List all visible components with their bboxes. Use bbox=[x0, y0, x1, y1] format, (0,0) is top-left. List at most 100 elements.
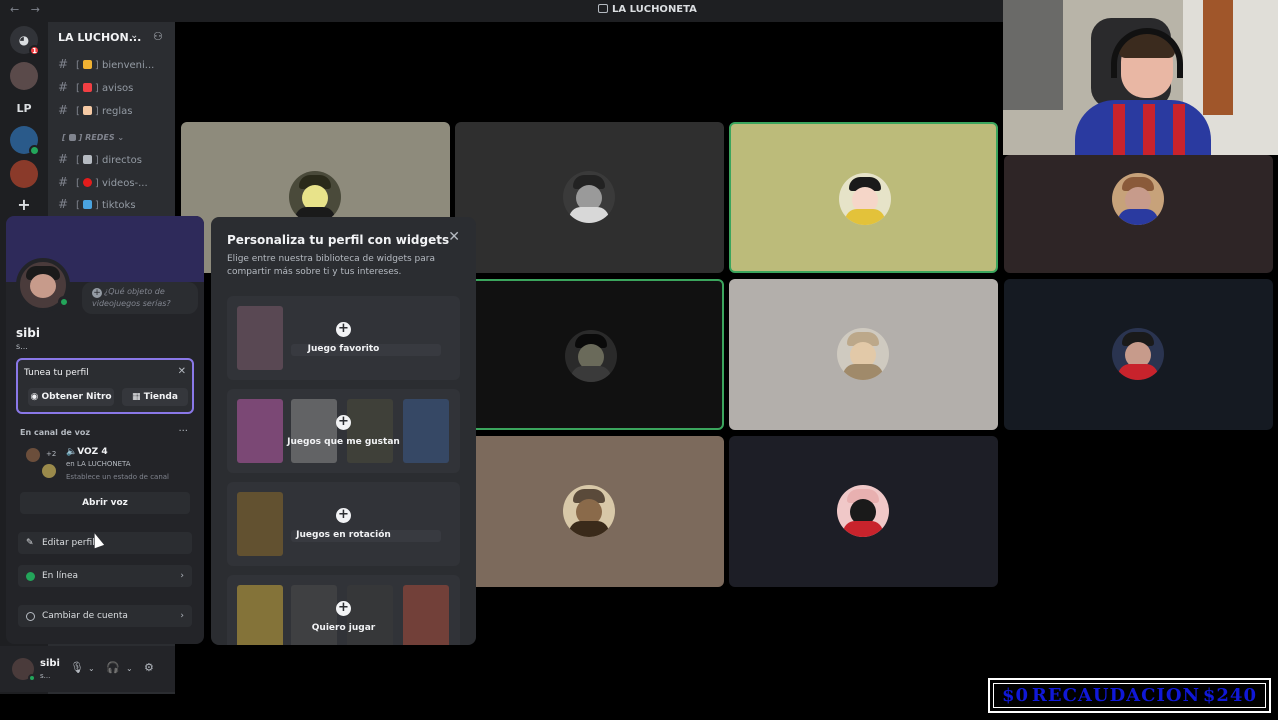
nitro-icon: ◉ bbox=[30, 392, 42, 402]
widget-card-want-to-play[interactable]: + Quiero jugar bbox=[227, 575, 460, 645]
channel-item[interactable]: #[] videos-... bbox=[58, 175, 148, 189]
custom-status-input[interactable]: + ¿Qué objeto de videojuegos serías? bbox=[82, 282, 198, 314]
add-icon[interactable]: + bbox=[336, 508, 351, 523]
chevron-down-icon[interactable]: ⌄ bbox=[126, 664, 133, 673]
headphones-icon[interactable]: 🎧 bbox=[106, 661, 120, 674]
hash-icon: # bbox=[58, 197, 69, 211]
add-icon[interactable]: + bbox=[336, 322, 351, 337]
channel-item[interactable]: #[] tiktoks bbox=[58, 197, 136, 211]
game-cover bbox=[403, 585, 449, 645]
hash-icon: # bbox=[58, 103, 69, 117]
voice-section-label: En canal de voz bbox=[20, 428, 91, 437]
voice-member-avatar bbox=[26, 448, 40, 462]
window-title: LA LUCHONETA bbox=[598, 4, 697, 15]
add-icon[interactable]: + bbox=[336, 601, 351, 616]
shirt-stripe bbox=[1143, 104, 1155, 155]
server-icon bbox=[598, 4, 608, 13]
participant-avatar bbox=[565, 330, 617, 382]
nav-arrows[interactable]: ← → bbox=[10, 3, 44, 16]
participant-avatar bbox=[289, 171, 341, 223]
get-nitro-button[interactable]: ◉ Obtener Nitro bbox=[28, 388, 114, 406]
server-name[interactable]: LA LUCHON... bbox=[58, 31, 141, 44]
chevron-down-icon[interactable]: ⌄ bbox=[88, 664, 95, 673]
widget-card-favorite-game[interactable]: + Juego favorito bbox=[227, 296, 460, 380]
channel-item[interactable]: #[] bienveni... bbox=[58, 57, 154, 71]
online-status-icon bbox=[26, 572, 35, 581]
video-tile[interactable] bbox=[455, 122, 724, 273]
shirt-stripe bbox=[1113, 104, 1125, 155]
pencil-icon: ✎ bbox=[26, 538, 34, 548]
voice-channel-name[interactable]: 🔈VOZ 4 bbox=[66, 447, 108, 457]
game-cover bbox=[237, 585, 283, 645]
shop-button[interactable]: ▦ Tienda bbox=[122, 388, 188, 406]
server-icon-3[interactable] bbox=[10, 126, 40, 156]
video-tile[interactable] bbox=[729, 279, 998, 430]
hash-icon: # bbox=[58, 152, 69, 166]
widget-label: Juegos en rotación bbox=[296, 530, 391, 540]
hash-icon: # bbox=[58, 175, 69, 189]
game-cover bbox=[237, 306, 283, 370]
user-name[interactable]: sibi bbox=[40, 658, 60, 669]
game-cover bbox=[347, 399, 393, 463]
video-tile[interactable] bbox=[455, 436, 724, 587]
profile-popout: + ¿Qué objeto de videojuegos serías? sibi… bbox=[6, 216, 204, 644]
video-tile[interactable] bbox=[729, 436, 998, 587]
modal-title: Personaliza tu perfil con widgets bbox=[227, 233, 450, 247]
profile-username: sibi bbox=[16, 326, 40, 340]
widget-card-rotation-games[interactable]: + Juegos en rotación bbox=[227, 482, 460, 566]
discord-home-button[interactable]: ◕ 1 bbox=[10, 26, 40, 56]
participant-avatar bbox=[563, 171, 615, 223]
widget-card-liked-games[interactable]: + Juegos que me gustan bbox=[227, 389, 460, 473]
channel-item[interactable]: #[] avisos bbox=[58, 80, 133, 94]
close-icon[interactable]: ✕ bbox=[448, 229, 460, 245]
more-options-icon[interactable]: ··· bbox=[178, 426, 188, 437]
server-icon-4[interactable] bbox=[10, 160, 38, 188]
chevron-down-icon[interactable]: ⌄ bbox=[130, 30, 138, 41]
title-bar: ← → LA LUCHONETA bbox=[0, 0, 1003, 22]
voice-member-avatar bbox=[42, 464, 56, 478]
hash-icon: # bbox=[58, 57, 69, 71]
channel-item[interactable]: #[] reglas bbox=[58, 103, 133, 117]
participant-avatar bbox=[1112, 173, 1164, 225]
participant-avatar bbox=[837, 485, 889, 537]
channel-emoji bbox=[82, 83, 92, 92]
participant-avatar bbox=[839, 173, 891, 225]
game-cover bbox=[237, 399, 283, 463]
game-cover bbox=[291, 585, 337, 645]
switch-account-button[interactable]: Cambiar de cuenta › bbox=[18, 605, 192, 627]
webcam-overlay bbox=[1003, 0, 1278, 155]
server-icon-lp[interactable]: LP bbox=[10, 94, 38, 122]
edit-profile-button[interactable]: ✎ Editar perfil bbox=[18, 532, 192, 554]
channel-emoji bbox=[82, 178, 92, 187]
server-icon-1[interactable] bbox=[10, 62, 38, 90]
channel-item[interactable]: #[] directos bbox=[58, 152, 142, 166]
video-tile[interactable] bbox=[1004, 279, 1273, 430]
add-icon[interactable]: + bbox=[336, 415, 351, 430]
participant-avatar bbox=[837, 328, 889, 380]
category-header[interactable]: [] REDES ⌄ bbox=[62, 133, 124, 142]
video-tile[interactable] bbox=[1004, 155, 1273, 273]
donation-label: RECAUDACION bbox=[1031, 685, 1201, 706]
user-status: s... bbox=[40, 672, 51, 680]
participant-avatar bbox=[1112, 328, 1164, 380]
add-server-button[interactable]: + bbox=[10, 190, 38, 218]
open-voice-button[interactable]: Abrir voz bbox=[20, 492, 190, 514]
invite-icon[interactable]: ⚇ bbox=[153, 30, 163, 43]
status-menu-item[interactable]: En línea › bbox=[18, 565, 192, 587]
gear-icon[interactable]: ⚙ bbox=[144, 661, 154, 674]
donation-overlay: $0 RECAUDACION $240 bbox=[988, 678, 1271, 713]
channel-emoji bbox=[82, 106, 92, 115]
set-channel-status[interactable]: Establece un estado de canal bbox=[66, 473, 169, 481]
video-tile-speaking[interactable] bbox=[729, 122, 998, 273]
add-status-icon: + bbox=[92, 288, 102, 298]
chevron-right-icon: › bbox=[180, 611, 184, 621]
shop-icon: ▦ bbox=[132, 392, 144, 402]
background-window bbox=[1003, 0, 1063, 110]
status-dot bbox=[29, 145, 40, 156]
video-tile-speaking[interactable] bbox=[455, 279, 724, 430]
close-icon[interactable]: ✕ bbox=[178, 366, 186, 377]
donation-right-amount: $240 bbox=[1202, 685, 1257, 706]
donation-inner-frame: $0 RECAUDACION $240 bbox=[993, 683, 1266, 708]
widget-label: Juego favorito bbox=[307, 344, 380, 354]
microphone-icon[interactable]: 🎙 bbox=[70, 661, 84, 674]
